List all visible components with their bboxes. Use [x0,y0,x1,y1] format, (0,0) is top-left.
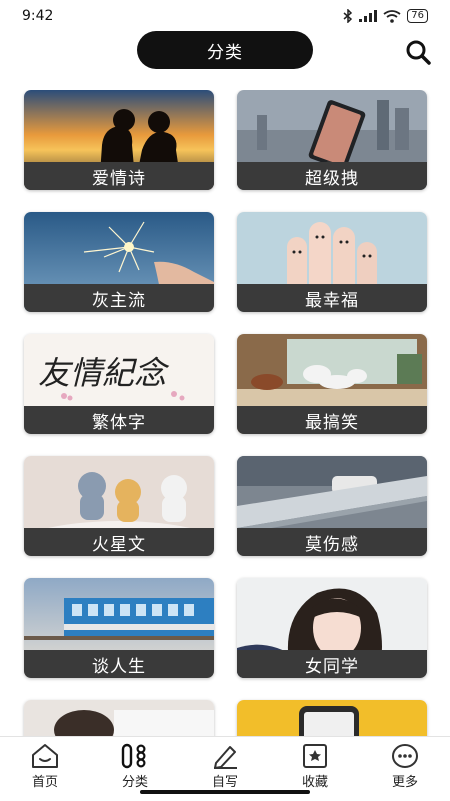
category-card-gray-mainstream[interactable]: 灰主流 [24,212,214,312]
battery-indicator: 76 [407,9,428,23]
tab-home[interactable]: 首页 [10,743,80,793]
calligraphy-text: 友情紀念 [38,354,170,392]
category-card-funniest[interactable]: 最搞笑 [237,334,427,434]
tab-label: 收藏 [301,775,328,790]
category-label: 灰主流 [24,284,214,312]
bluetooth-icon [343,9,353,23]
tab-label: 更多 [391,775,418,790]
tab-favorites[interactable]: 收藏 [280,743,350,793]
category-card-happiest[interactable]: 最幸福 [237,212,427,312]
category-card-traditional-chars[interactable]: 友情紀念 繁体字 [24,334,214,434]
category-card-dont-be-sad[interactable]: 莫伤感 [237,456,427,556]
page-title: 分类 [137,31,313,69]
category-label: 超级拽 [237,162,427,190]
search-icon[interactable] [404,38,432,66]
category-card-female-classmate[interactable]: 女同学 [237,578,427,678]
category-card-partial-right[interactable] [237,700,427,736]
tab-label: 自写 [211,775,238,790]
category-label: 女同学 [237,650,427,678]
category-icon [121,743,146,769]
sleeping-child-image [24,700,214,736]
category-card-partial-left[interactable] [24,700,214,736]
tab-label: 首页 [31,775,58,790]
tab-label: 分类 [121,775,148,790]
more-icon [392,744,418,768]
phone-yellow-image [237,700,427,736]
category-label: 最搞笑 [237,406,427,434]
tab-category[interactable]: 分类 [100,743,170,793]
category-card-love-poem[interactable]: 爱情诗 [24,90,214,190]
wifi-icon [383,9,401,23]
category-label: 莫伤感 [237,528,427,556]
status-time: 9:42 [22,8,54,24]
home-indicator [140,790,310,794]
header: 分类 [0,28,450,72]
pen-icon [214,746,237,769]
status-icons: 76 [343,9,428,23]
category-label: 谈人生 [24,650,214,678]
category-label: 繁体字 [24,406,214,434]
tab-more[interactable]: 更多 [370,743,440,793]
category-label: 爱情诗 [24,162,214,190]
category-label: 最幸福 [237,284,427,312]
star-box-icon [303,744,327,768]
category-label: 火星文 [24,528,214,556]
category-card-martian-text[interactable]: 火星文 [24,456,214,556]
signal-icon [359,10,378,22]
tab-write[interactable]: 自写 [190,743,260,793]
category-grid: 爱情诗 超级拽 灰主流 最幸福 友情紀念 繁体字 最搞笑 火星文 莫伤感 谈人生… [0,90,450,736]
home-icon [32,744,58,768]
category-card-talk-life[interactable]: 谈人生 [24,578,214,678]
category-card-super-cool[interactable]: 超级拽 [237,90,427,190]
